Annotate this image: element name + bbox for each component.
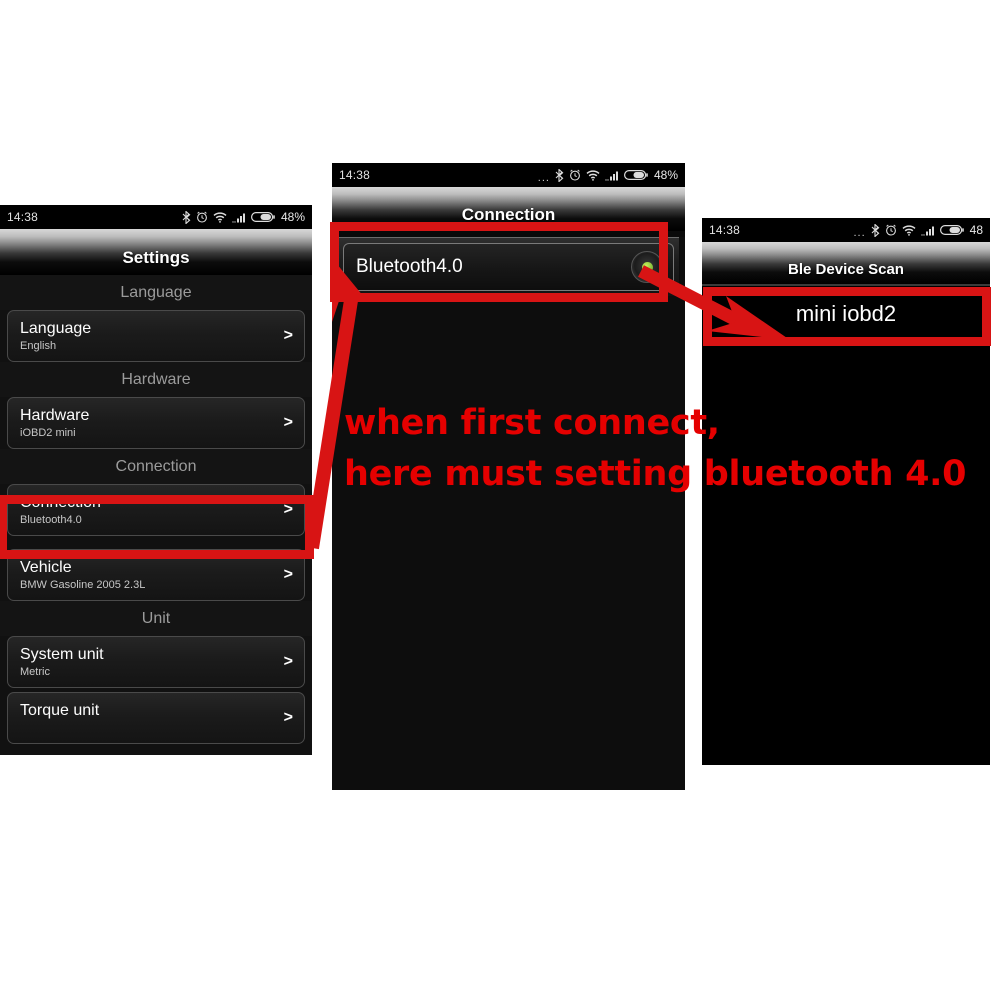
- settings-row-system-unit[interactable]: System unit Metric >: [7, 636, 305, 688]
- row-subtitle: iOBD2 mini: [20, 427, 76, 439]
- highlight-box-connection-row: [0, 495, 314, 559]
- wifi-icon: [586, 169, 600, 181]
- chevron-right-icon: >: [283, 566, 293, 583]
- section-header-connection: Connection: [0, 449, 312, 484]
- section-header-unit: Unit: [0, 601, 312, 636]
- annotation-line-2: here must setting bluetooth 4.0: [344, 454, 967, 494]
- battery-percent: 48: [969, 223, 983, 237]
- settings-row-torque-unit[interactable]: Torque unit >: [7, 692, 305, 744]
- page-title: Settings: [122, 248, 190, 267]
- settings-row-hardware[interactable]: Hardware iOBD2 mini >: [7, 397, 305, 449]
- chevron-right-icon: >: [283, 327, 293, 344]
- battery-icon: [939, 225, 964, 236]
- chevron-right-icon: >: [283, 414, 293, 431]
- row-title: Language: [20, 320, 92, 337]
- battery-icon: [623, 170, 648, 181]
- chevron-right-icon: >: [283, 709, 293, 726]
- alarm-icon: [885, 224, 896, 236]
- annotation-instruction-text: when first connect, here must setting bl…: [344, 398, 967, 500]
- status-bar-icons: ... 48: [853, 223, 983, 239]
- row-title: Vehicle: [20, 559, 72, 576]
- more-icons-icon: ...: [537, 172, 550, 184]
- signal-icon: [920, 226, 934, 236]
- status-bar-icons: 48%: [177, 210, 305, 224]
- status-bar: 14:38 48%: [0, 205, 312, 229]
- highlight-box-mini-iobd2: [703, 287, 991, 346]
- bluetooth-icon: [555, 168, 564, 182]
- status-bar: 14:38 ... 48: [702, 218, 990, 242]
- settings-row-language[interactable]: Language English >: [7, 310, 305, 362]
- status-bar: 14:38 ... 48%: [332, 163, 685, 187]
- bluetooth-icon: [871, 223, 880, 237]
- title-bar: Ble Device Scan: [702, 242, 990, 284]
- row-subtitle: Metric: [20, 666, 50, 678]
- bluetooth-icon: [182, 210, 191, 224]
- wifi-icon: [213, 211, 227, 223]
- status-bar-icons: ... 48%: [537, 168, 678, 184]
- battery-icon: [250, 212, 275, 223]
- page-title: Ble Device Scan: [788, 261, 904, 278]
- wifi-icon: [902, 224, 916, 236]
- row-subtitle: BMW Gasoline 2005 2.3L: [20, 579, 146, 591]
- section-header-language: Language: [0, 275, 312, 310]
- battery-percent: 48%: [653, 168, 678, 182]
- row-title: Hardware: [20, 407, 90, 424]
- ble-device-list: mini iobd2: [702, 284, 990, 765]
- section-header-hardware: Hardware: [0, 362, 312, 397]
- row-title: Torque unit: [20, 702, 100, 719]
- alarm-icon: [570, 169, 580, 181]
- connection-options-list: Bluetooth4.0: [332, 237, 685, 790]
- row-subtitle: English: [20, 340, 57, 352]
- battery-percent: 48%: [280, 210, 305, 224]
- more-icons-icon: ...: [853, 227, 866, 239]
- signal-icon: [605, 171, 618, 181]
- status-bar-time: 14:38: [7, 210, 39, 224]
- highlight-box-bluetooth40-row: [330, 222, 668, 302]
- status-bar-time: 14:38: [339, 168, 371, 182]
- title-bar: Settings: [0, 229, 312, 275]
- annotation-line-1: when first connect,: [344, 403, 720, 443]
- status-bar-time: 14:38: [709, 223, 741, 237]
- chevron-right-icon: >: [283, 653, 293, 670]
- phone-screen-settings: 14:38 48% Settings Language Language Eng…: [0, 205, 312, 755]
- signal-icon: [232, 213, 245, 223]
- row-title: System unit: [20, 646, 104, 663]
- annotated-screenshot-collage: 14:38 48% Settings Language Language Eng…: [0, 0, 1000, 1000]
- alarm-icon: [197, 211, 207, 223]
